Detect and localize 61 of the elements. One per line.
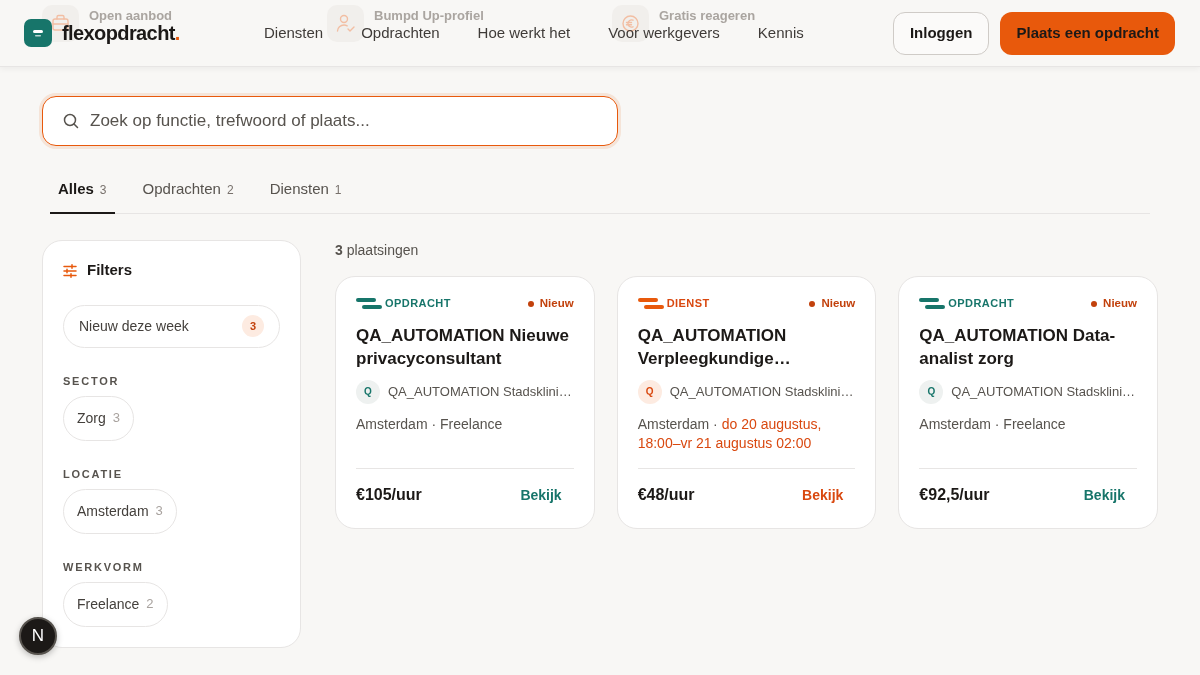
company-avatar: Q <box>356 379 380 404</box>
listing-title: QA_AUTOMATION Nieuwe privacyconsultant <box>356 324 570 370</box>
search-field[interactable]: Zoek op functie, trefwoord of plaats... <box>42 96 618 146</box>
filter-chip[interactable]: Amsterdam 3 <box>63 488 177 534</box>
nav-link[interactable]: Kennis <box>757 21 804 45</box>
search-icon <box>63 113 79 129</box>
company-name: QA_AUTOMATION Stadsklini… <box>951 382 1136 401</box>
status-dot-icon <box>527 300 534 307</box>
price: €92,5/uur <box>919 485 990 505</box>
price: €48/uur <box>637 485 695 505</box>
nav-link[interactable]: Hoe werkt het <box>477 21 571 45</box>
promo-title: Open aanbod <box>89 8 173 24</box>
company-name: QA_AUTOMATION Stadsklini… <box>669 382 854 401</box>
post-assignment-button[interactable]: Plaats een opdracht <box>1000 11 1175 55</box>
view-link[interactable]: Bekijk <box>1071 482 1137 508</box>
listing-card[interactable]: OPDRACHT Nieuw QA_AUTOMATION Nieuwe privacyconsultant Q QA_AUTOMATION Stadsklini… Amsterdam · Freelance €105/uur Bekijk <box>335 275 595 529</box>
status-dot-icon <box>1091 300 1098 307</box>
bars-icon <box>356 298 382 309</box>
quick-filter-chip[interactable]: Nieuw deze week 3 <box>63 304 280 348</box>
view-link[interactable]: Bekijk <box>790 482 856 508</box>
nav-link[interactable]: Voor werkgevers <box>608 21 720 45</box>
bars-icon <box>919 298 946 309</box>
filter-group-heading: WERKVORM <box>63 559 145 574</box>
bars-icon <box>637 298 664 309</box>
nav-link[interactable]: Diensten <box>264 21 324 45</box>
promo-title: Bumpd Up-profiel <box>374 8 484 24</box>
listing-type: OPDRACHT <box>948 296 1015 312</box>
status-dot-icon <box>809 300 816 307</box>
logo-icon <box>24 19 52 47</box>
listing-meta: Amsterdam · Freelance <box>919 414 1067 434</box>
sliders-icon <box>63 263 77 278</box>
filter-tab[interactable]: Opdrachten 2 <box>134 178 242 214</box>
listing-card[interactable]: OPDRACHT Nieuw QA_AUTOMATION Data-analist zorg Q QA_AUTOMATION Stadsklini… Amsterdam · Freelance €92,5/uur Bekijk <box>898 275 1158 529</box>
new-label: Nieuw <box>539 295 574 311</box>
filter-chip[interactable]: Freelance 2 <box>63 581 168 627</box>
listing-card[interactable]: DIENST Nieuw QA_AUTOMATION Verpleegkundige… Q QA_AUTOMATION Stadsklini… Amsterdam · do 20 augustus, 18:00–vr 21 augustus 02:00 €48/uur Bekijk <box>616 275 877 529</box>
new-label: Nieuw <box>821 295 856 311</box>
promo-title: Gratis reageren <box>659 8 756 24</box>
listing-type: OPDRACHT <box>385 296 451 312</box>
listing-type: DIENST <box>666 296 710 312</box>
listing-meta: Amsterdam · do 20 augustus, 18:00–vr 21 augustus 02:00 <box>637 414 823 453</box>
result-count: 3 plaatsingen <box>335 240 419 260</box>
company-name: QA_AUTOMATION Stadsklini… <box>388 382 572 401</box>
login-button[interactable]: Inloggen <box>892 11 990 55</box>
filter-group-heading: SECTOR <box>63 373 121 388</box>
listing-title: QA_AUTOMATION Verpleegkundige… <box>637 324 792 370</box>
dev-tools-button[interactable]: N <box>19 617 57 655</box>
company-avatar: Q <box>637 379 662 404</box>
company-avatar: Q <box>919 379 944 404</box>
count-badge: 3 <box>242 315 264 337</box>
filter-chip[interactable]: Zorg 3 <box>63 395 135 441</box>
new-label: Nieuw <box>1103 295 1137 311</box>
filters-title: Filters <box>87 260 132 281</box>
user-check-icon <box>327 5 364 42</box>
view-link[interactable]: Bekijk <box>508 482 574 508</box>
listing-meta: Amsterdam · Freelance <box>356 414 504 434</box>
filter-tab[interactable]: Diensten 1 <box>261 178 350 214</box>
price: €105/uur <box>356 485 422 505</box>
filter-group-heading: LOCATIE <box>63 466 124 481</box>
listing-title: QA_AUTOMATION Data-analist zorg <box>919 324 1117 370</box>
filter-tab[interactable]: Alles 3 <box>50 178 115 214</box>
